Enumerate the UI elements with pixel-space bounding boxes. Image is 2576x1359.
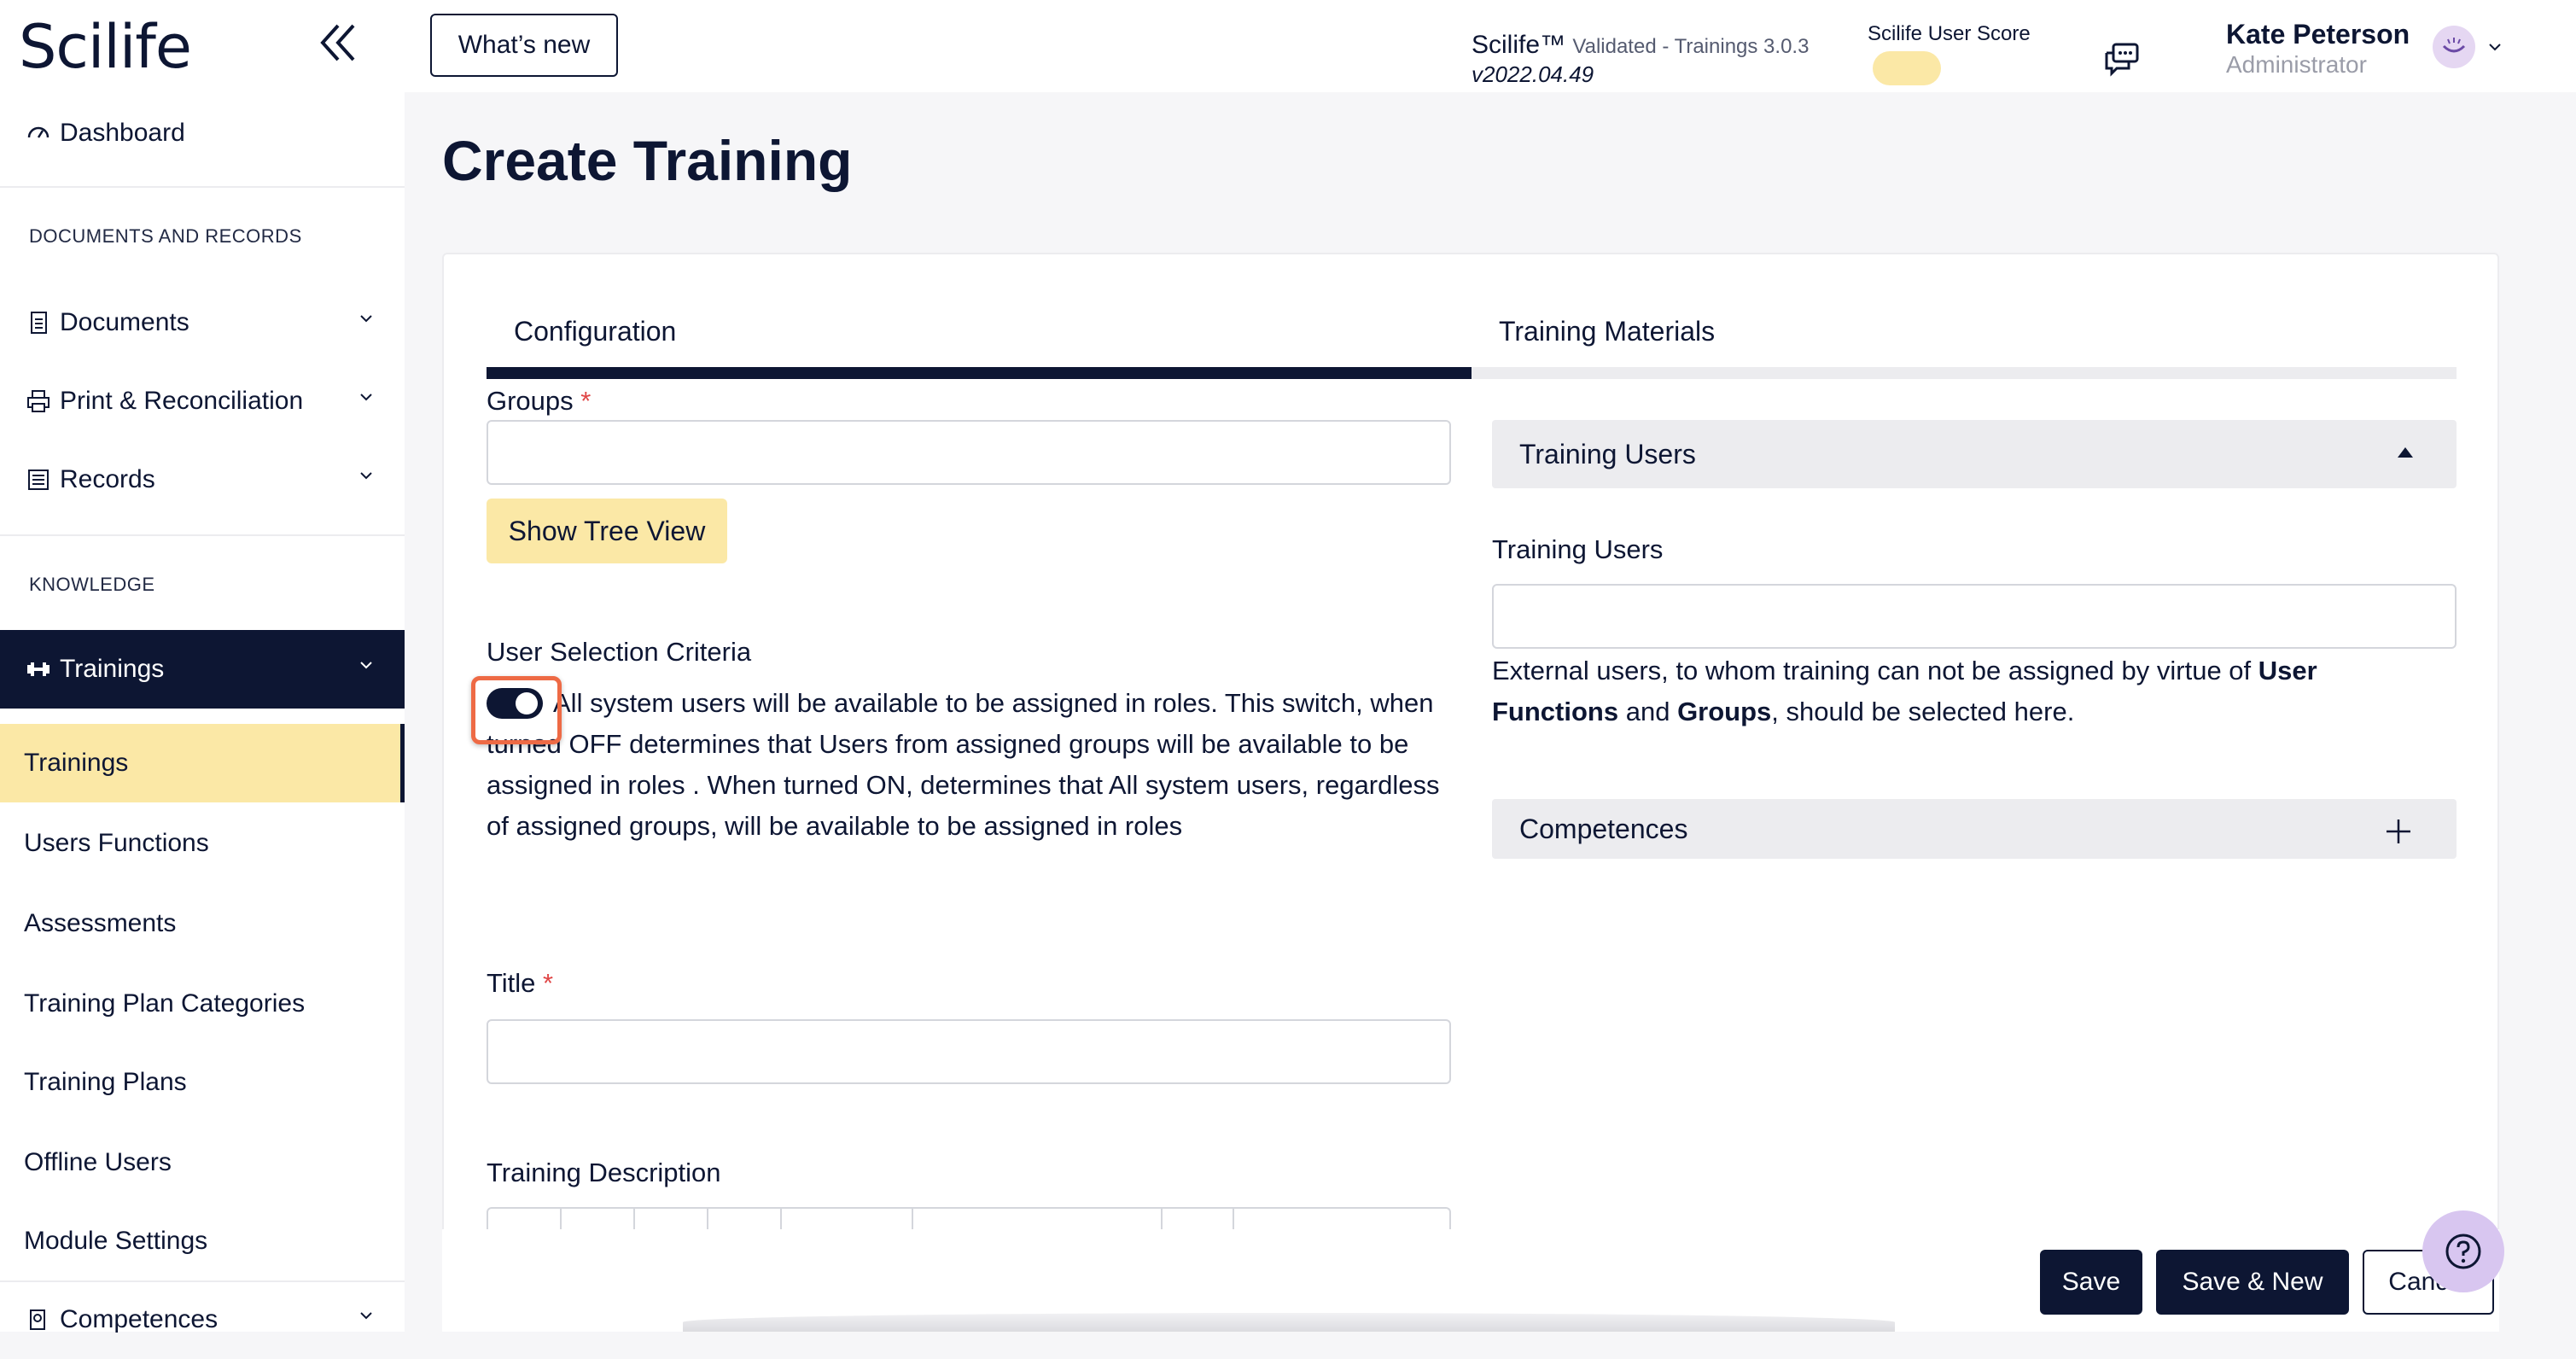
sidebar-item-label: Records — [60, 465, 155, 493]
sidebar-sub-item-users-functions[interactable]: Users Functions — [0, 804, 405, 883]
competences-icon — [30, 1309, 45, 1330]
help-icon — [2445, 1234, 2481, 1269]
sidebar-sub-item-training-plan-categories[interactable]: Training Plan Categories — [0, 965, 405, 1043]
help-button[interactable] — [2422, 1210, 2504, 1292]
note-bold-groups: Groups — [1677, 697, 1772, 726]
caret-up-icon — [2398, 447, 2413, 458]
sidebar-sub-item-module-settings[interactable]: Module Settings — [0, 1202, 405, 1280]
sidebar-sub-item-training-plans[interactable]: Training Plans — [0, 1043, 405, 1122]
external-users-note: External users, to whom training can not… — [1492, 650, 2448, 732]
groups-label: Groups * — [487, 386, 591, 417]
sidebar-item-records[interactable]: Records — [0, 440, 405, 519]
collapse-sidebar-icon[interactable] — [318, 17, 358, 68]
tab-configuration[interactable]: Configuration — [514, 316, 676, 347]
note-text: , should be selected here. — [1771, 697, 2075, 726]
chevron-down-icon — [360, 315, 372, 323]
records-icon — [28, 470, 49, 490]
plus-icon — [2387, 819, 2410, 843]
training-users-input[interactable] — [1492, 584, 2457, 649]
groups-input[interactable] — [487, 420, 1451, 485]
user-name[interactable]: Kate Peterson — [2226, 19, 2410, 50]
whats-new-button[interactable]: What’s new — [430, 14, 618, 77]
title-input[interactable] — [487, 1019, 1451, 1084]
dashboard-icon — [27, 126, 50, 138]
toggle-description-text: All system users will be available to be… — [487, 688, 1440, 841]
user-selection-label: User Selection Criteria — [487, 637, 752, 667]
printer-icon — [27, 390, 50, 412]
chat-icon[interactable] — [2103, 41, 2141, 77]
sidebar-item-label: Trainings — [60, 655, 165, 683]
panel-title: Competences — [1519, 814, 1688, 844]
user-score-badge[interactable] — [1873, 51, 1941, 85]
section-knowledge: KNOWLEDGE — [29, 574, 155, 595]
tab-progress-indicator — [487, 367, 1472, 379]
chevron-down-icon — [360, 472, 372, 480]
version-info: Scilife™ Validated - Trainings 3.0.3 — [1472, 31, 1809, 60]
sidebar-item-label: Documents — [60, 308, 189, 336]
required-mark: * — [543, 968, 554, 998]
sidebar-item-label: Competences — [60, 1305, 219, 1333]
sidebar-item-print-reconciliation[interactable]: Print & Reconciliation — [0, 362, 405, 440]
save-button[interactable]: Save — [2040, 1250, 2142, 1315]
show-tree-view-button[interactable]: Show Tree View — [487, 499, 727, 563]
note-text: and — [1618, 697, 1678, 726]
title-label: Title * — [487, 968, 553, 999]
panel-title: Training Users — [1519, 439, 1696, 470]
toggle-knob — [516, 691, 538, 714]
sidebar-item-label: Print & Reconciliation — [60, 387, 304, 415]
section-documents-records: DOCUMENTS AND RECORDS — [29, 225, 302, 247]
sidebar: Scilife Dashboard DOCUMENTS AND RECORDS … — [0, 0, 405, 1333]
sidebar-item-trainings-group[interactable]: Trainings — [0, 630, 405, 709]
avatar-eye-icon — [2442, 38, 2466, 53]
sidebar-sub-item-offline-users[interactable]: Offline Users — [0, 1123, 405, 1202]
description-label: Training Description — [487, 1158, 721, 1187]
chevron-down-icon — [360, 394, 372, 401]
document-icon — [31, 312, 47, 334]
sidebar-item-label: Dashboard — [60, 119, 185, 147]
version-number: v2022.04.49 — [1472, 61, 1594, 87]
page-title: Create Training — [442, 129, 853, 192]
tab-training-materials[interactable]: Training Materials — [1499, 316, 1715, 347]
sidebar-sub-item-assessments[interactable]: Assessments — [0, 884, 405, 963]
training-users-label: Training Users — [1492, 534, 1664, 564]
chevron-down-icon — [360, 1312, 372, 1320]
required-mark: * — [580, 386, 592, 416]
save-and-new-button[interactable]: Save & New — [2156, 1250, 2349, 1315]
divider — [0, 186, 405, 188]
toggle-wrapper — [471, 675, 562, 744]
divider — [0, 534, 405, 536]
competences-panel-header[interactable]: Competences — [1492, 799, 2457, 859]
sidebar-item-competences[interactable]: Competences — [0, 1280, 405, 1359]
note-text: External users, to whom training can not… — [1492, 656, 2258, 685]
footer-shadow — [683, 1313, 1895, 1332]
chevron-down-icon — [360, 662, 372, 669]
product-name: Scilife™ — [1472, 31, 1566, 59]
groups-label-text: Groups — [487, 386, 574, 416]
sidebar-item-documents[interactable]: Documents — [0, 283, 405, 362]
user-role: Administrator — [2226, 51, 2367, 78]
version-detail: Validated - Trainings 3.0.3 — [1572, 35, 1810, 58]
sidebar-sub-item-trainings[interactable]: Trainings — [0, 724, 405, 802]
toggle-description: All system users will be available to be… — [471, 675, 1451, 847]
user-score-label: Scilife User Score — [1868, 22, 2031, 45]
scilife-logo[interactable]: Scilife — [19, 12, 192, 82]
avatar[interactable] — [2433, 26, 2475, 68]
chevron-down-icon[interactable] — [2487, 39, 2503, 55]
dumbbell-icon — [27, 662, 50, 676]
sidebar-item-dashboard[interactable]: Dashboard — [0, 94, 405, 172]
title-label-text: Title — [487, 968, 536, 998]
training-users-panel-header[interactable]: Training Users — [1492, 420, 2457, 488]
all-users-toggle[interactable] — [487, 687, 543, 719]
